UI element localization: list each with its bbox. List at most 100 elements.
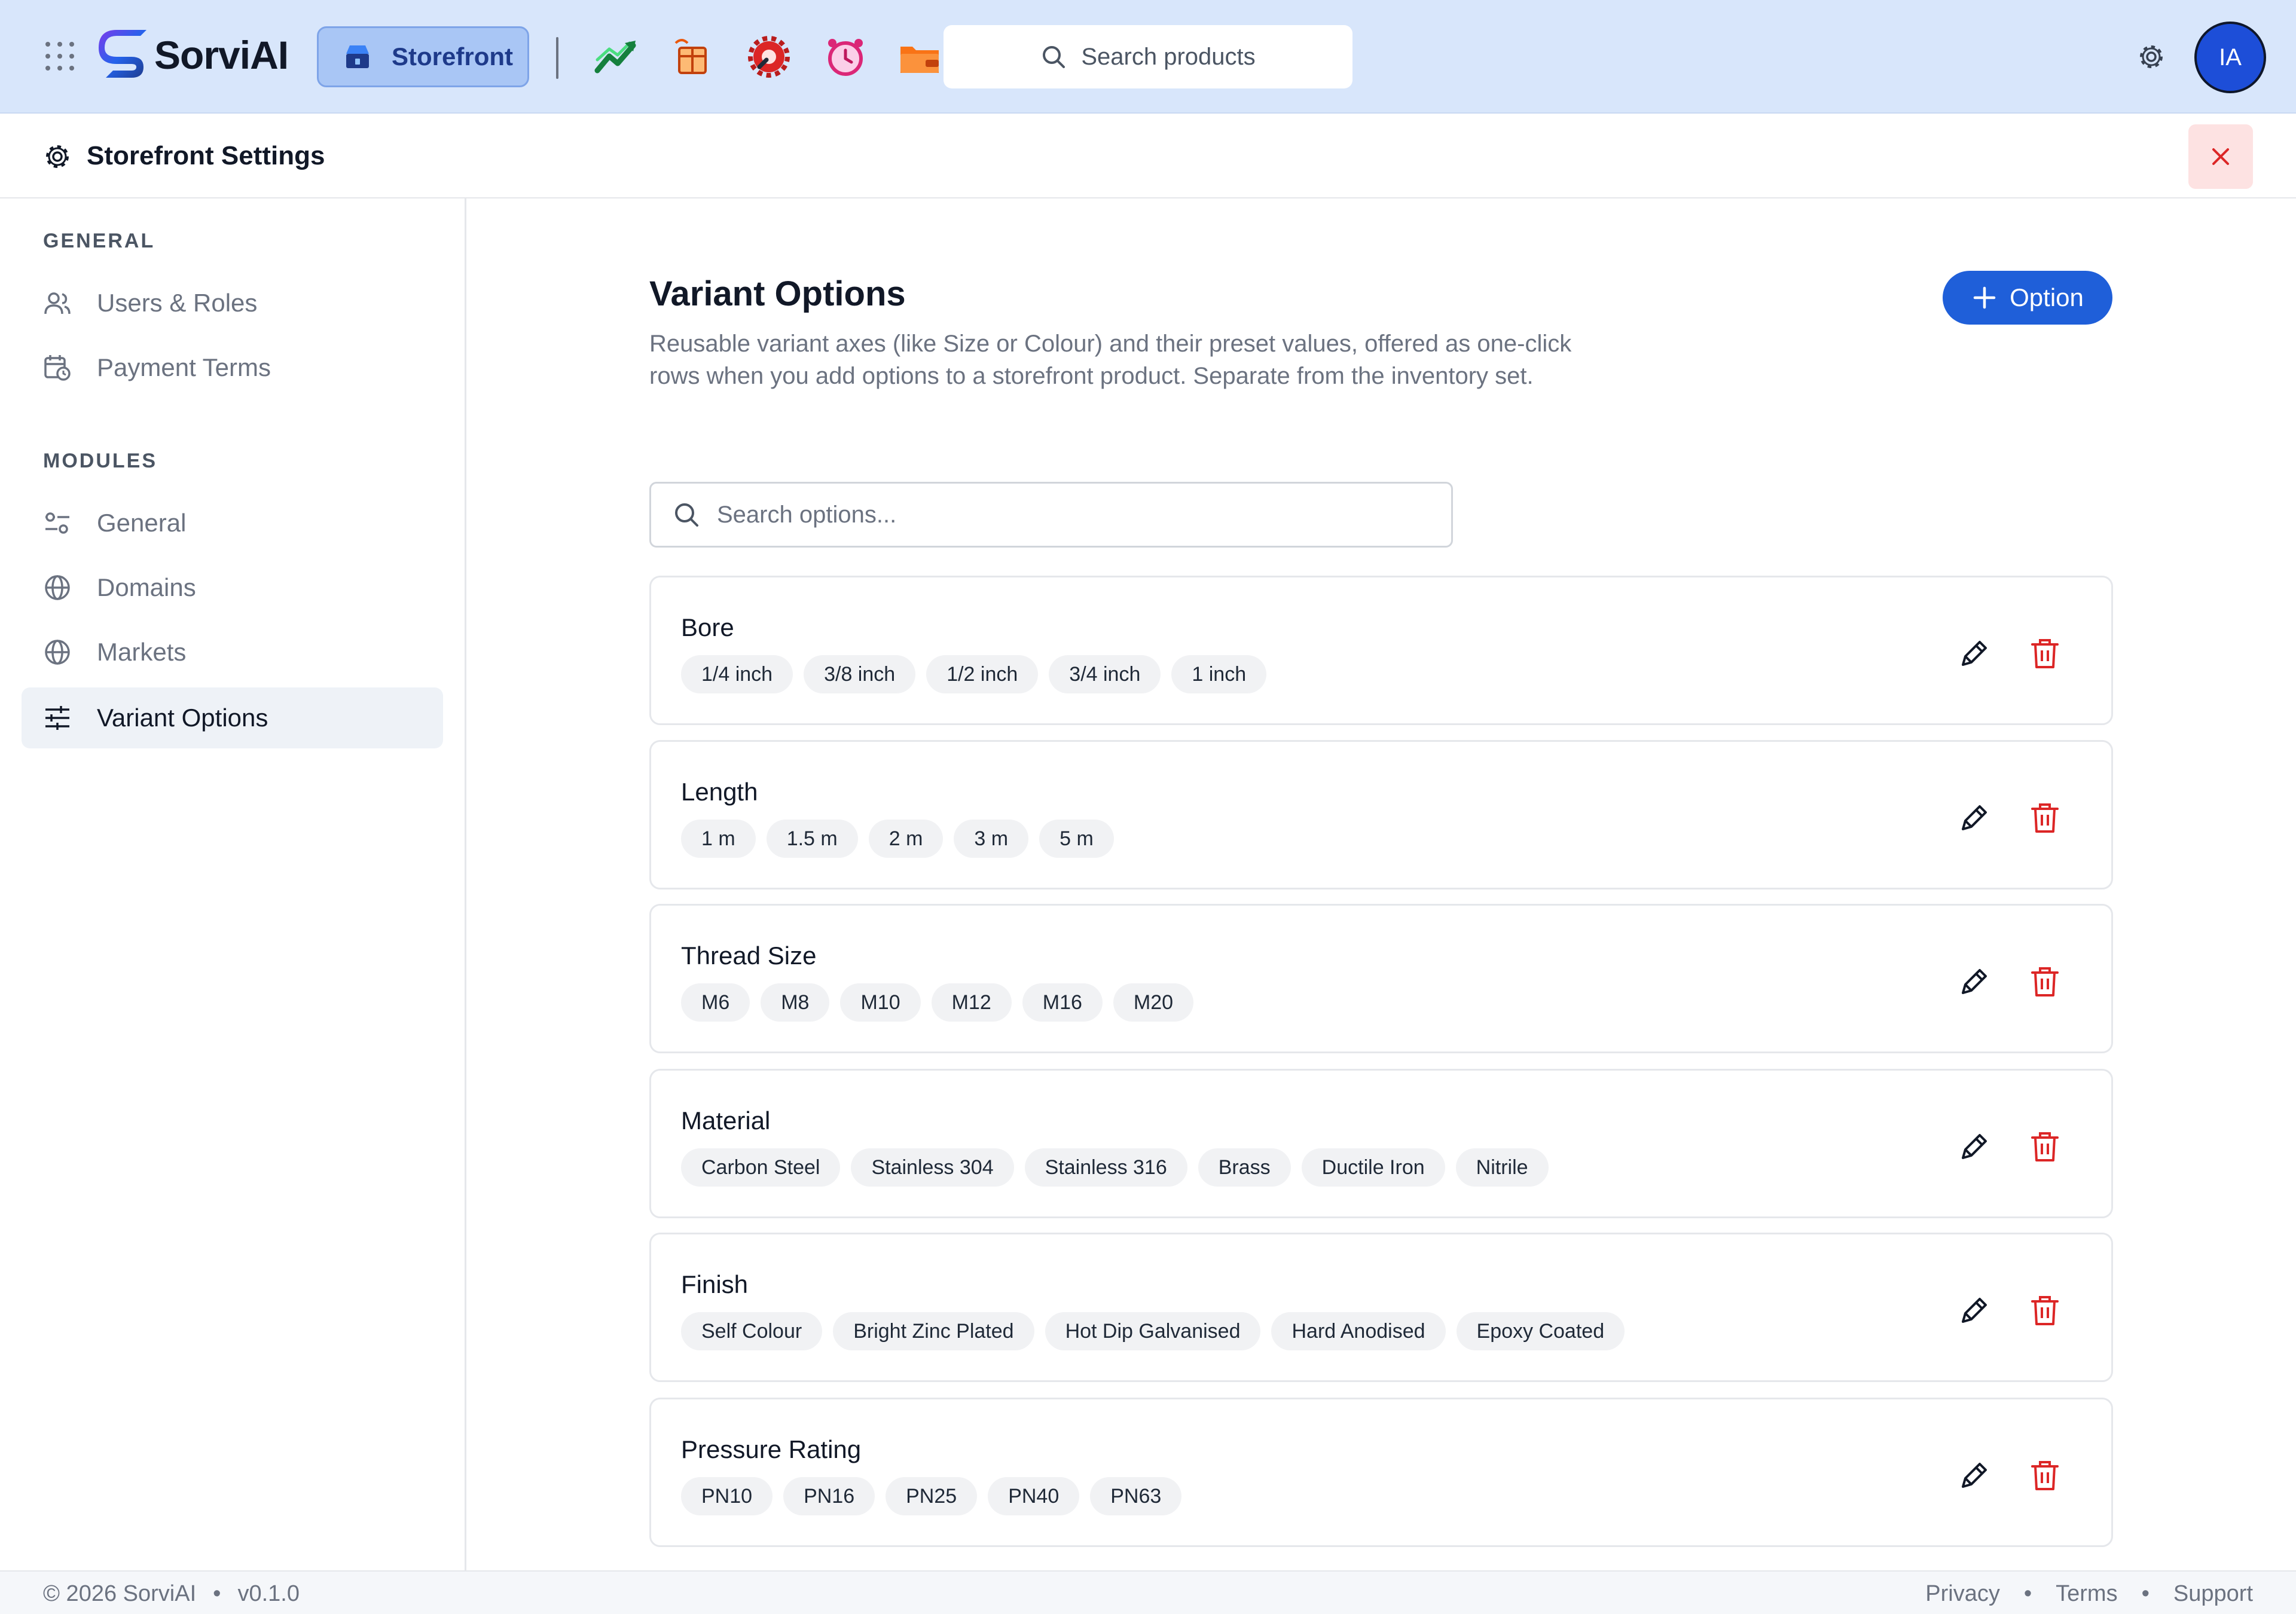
option-value-chip: Carbon Steel	[681, 1148, 841, 1187]
option-value-chip: M10	[840, 983, 921, 1022]
footer-link-terms[interactable]: Terms	[2056, 1581, 2117, 1607]
option-name: Length	[681, 778, 758, 806]
option-value-chip: 2 m	[868, 820, 944, 858]
option-name: Bore	[681, 613, 734, 641]
option-value-chip: 3 m	[954, 820, 1029, 858]
option-value-chip: Hard Anodised	[1271, 1312, 1446, 1350]
sidebar-item-label: Payment Terms	[97, 353, 271, 381]
option-value-chip: Nitrile	[1455, 1148, 1549, 1187]
option-value-chip: Stainless 316	[1024, 1148, 1187, 1187]
option-value-chip: M8	[761, 983, 830, 1022]
option-values: 1 m 1.5 m 2 m 3 m 5 m	[681, 820, 1114, 858]
option-value-chip: M12	[931, 983, 1012, 1022]
sidebar-item-payment-terms[interactable]: Payment Terms	[22, 337, 443, 398]
option-value-chip: 1/2 inch	[926, 655, 1039, 693]
option-values: Carbon Steel Stainless 304 Stainless 316 Br…	[681, 1148, 1549, 1187]
delete-option-trash-icon[interactable]	[2030, 1294, 2060, 1328]
trend-chart-icon[interactable]	[594, 36, 639, 78]
option-values: PN10 PN16 PN25 PN40 PN63	[681, 1477, 1182, 1515]
option-name: Finish	[681, 1270, 749, 1298]
option-card: Material Carbon Steel Stainless 304 Stainle…	[649, 1069, 2113, 1218]
sidebar-item-markets[interactable]: Markets	[22, 622, 443, 683]
options-search-input[interactable]: Search options...	[649, 482, 1453, 548]
option-value-chip: M16	[1022, 983, 1103, 1022]
option-card: Thread Size M6 M8 M10 M12 M16 M20	[649, 904, 2113, 1053]
alarm-clock-icon[interactable]	[823, 36, 868, 78]
sidebar-item-general[interactable]: General	[22, 493, 443, 554]
option-name: Pressure Rating	[681, 1435, 862, 1463]
delete-option-trash-icon[interactable]	[2030, 1459, 2060, 1493]
edit-option-pencil-icon[interactable]	[1957, 1130, 1990, 1164]
option-value-chip: M20	[1113, 983, 1194, 1022]
delete-option-trash-icon[interactable]	[2030, 1130, 2060, 1164]
globe-icon	[45, 640, 70, 665]
edit-option-pencil-icon[interactable]	[1957, 1459, 1990, 1493]
option-card: Finish Self Colour Bright Zinc Plated Hot D…	[649, 1233, 2113, 1382]
gear-wrench-icon[interactable]	[746, 36, 792, 78]
option-value-chip: PN63	[1090, 1477, 1182, 1515]
globe-icon	[45, 575, 70, 600]
divider	[556, 37, 558, 79]
settings-sidebar: GENERAL Users & Roles Payment Terms MODU…	[0, 198, 466, 1570]
delete-option-trash-icon[interactable]	[2030, 637, 2060, 671]
section-label-general: GENERAL	[43, 230, 155, 252]
option-value-chip: PN40	[988, 1477, 1080, 1515]
edit-option-pencil-icon[interactable]	[1957, 965, 1990, 999]
option-name: Thread Size	[681, 941, 817, 970]
option-value-chip: 1 inch	[1171, 655, 1267, 693]
footer-link-privacy[interactable]: Privacy	[1925, 1581, 2000, 1607]
package-box-icon[interactable]	[670, 36, 715, 78]
wallet-folder-icon[interactable]	[897, 36, 942, 78]
footer-separator: •	[2141, 1581, 2150, 1606]
option-name: Material	[681, 1106, 771, 1135]
footer-separator: •	[213, 1581, 221, 1606]
product-search-placeholder: Search products	[1081, 43, 1256, 70]
option-value-chip: Brass	[1198, 1148, 1291, 1187]
sidebar-item-label: Markets	[97, 638, 187, 666]
user-avatar[interactable]: IA	[2194, 22, 2266, 93]
option-value-chip: M6	[681, 983, 750, 1022]
delete-option-trash-icon[interactable]	[2030, 802, 2060, 835]
app-switcher-label: Storefront	[392, 42, 513, 71]
footer-separator: •	[2023, 1581, 2032, 1606]
page-description: Reusable variant axes (like Size or Colo…	[649, 331, 1572, 389]
option-value-chip: 1 m	[681, 820, 756, 858]
sidebar-item-users-roles[interactable]: Users & Roles	[22, 273, 443, 334]
page-title: Variant Options	[649, 274, 906, 313]
plus-icon	[1973, 286, 1996, 309]
option-value-chip: Stainless 304	[851, 1148, 1014, 1187]
edit-option-pencil-icon[interactable]	[1957, 1294, 1990, 1328]
footer-copyright: © 2026 SorviAI	[43, 1581, 197, 1606]
storefront-icon	[346, 45, 369, 68]
option-value-chip: 3/8 inch	[804, 655, 916, 693]
option-value-chip: Ductile Iron	[1301, 1148, 1445, 1187]
app-launcher-icon[interactable]	[45, 42, 75, 72]
edit-option-pencil-icon[interactable]	[1957, 637, 1990, 671]
option-value-chip: PN25	[886, 1477, 978, 1515]
add-option-label: Option	[2010, 283, 2084, 311]
sidebar-item-domains[interactable]: Domains	[22, 557, 443, 618]
settings-gear-icon[interactable]	[2137, 42, 2166, 71]
footer-link-support[interactable]: Support	[2173, 1581, 2253, 1607]
edit-option-pencil-icon[interactable]	[1957, 802, 1990, 835]
sidebar-item-label: Domains	[97, 573, 196, 601]
add-option-button[interactable]: Option	[1943, 271, 2112, 325]
sidebar-item-variant-options[interactable]: Variant Options	[22, 687, 443, 748]
option-value-chip: Epoxy Coated	[1456, 1312, 1625, 1350]
option-card: Length 1 m 1.5 m 2 m 3 m 5 m	[649, 740, 2113, 889]
product-search-input[interactable]: Search products	[944, 25, 1352, 88]
search-icon	[1043, 46, 1065, 68]
footer-version: v0.1.0	[237, 1581, 300, 1606]
footer: © 2026 SorviAI • v0.1.0 Privacy • Terms …	[0, 1570, 2296, 1614]
close-icon	[2212, 148, 2229, 165]
close-settings-button[interactable]	[2188, 124, 2253, 189]
app-switcher-storefront[interactable]: Storefront	[317, 26, 529, 87]
option-value-chip: 1.5 m	[766, 820, 858, 858]
option-value-chip: PN16	[783, 1477, 875, 1515]
settings-title: Storefront Settings	[87, 141, 325, 170]
delete-option-trash-icon[interactable]	[2030, 965, 2060, 999]
top-bar: SorviAI Storefront Search products IA	[0, 0, 2296, 114]
section-label-modules: MODULES	[43, 450, 157, 472]
sliders-icon	[45, 512, 69, 534]
sidebar-item-label: Variant Options	[97, 704, 268, 732]
